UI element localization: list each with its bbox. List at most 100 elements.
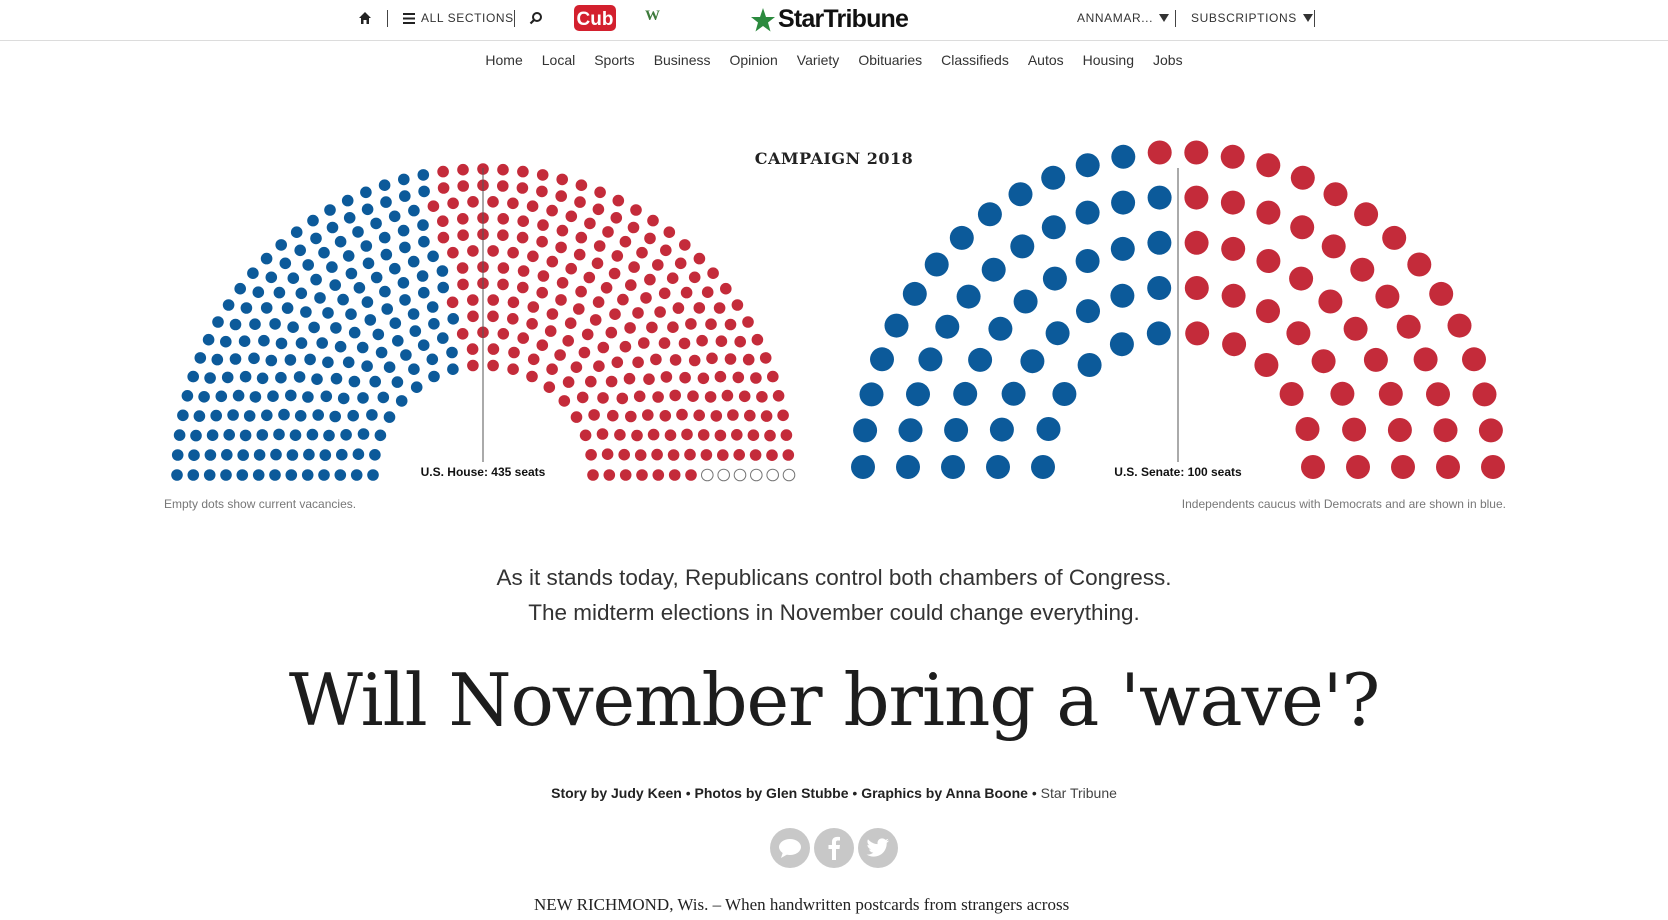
seat-dot-republican (715, 335, 728, 348)
seat-dot-democrat (222, 299, 235, 311)
seat-dot-republican (467, 245, 479, 257)
seat-dot-republican (1472, 382, 1497, 407)
twitter-icon[interactable] (858, 828, 898, 868)
deck: As it stands today, Republicans control … (0, 560, 1668, 630)
seat-dot-democrat (256, 372, 269, 385)
seat-dot-democrat (258, 334, 270, 347)
seat-dot-republican (1311, 349, 1336, 374)
seat-dot-democrat (447, 313, 460, 325)
seat-dot-democrat (392, 335, 404, 347)
seat-dot-republican (760, 410, 773, 422)
seat-dot-republican (679, 371, 691, 384)
body-paragraph: NEW RICHMOND, Wis. – When handwritten po… (534, 895, 1070, 914)
seat-dot-democrat (1110, 236, 1135, 261)
seat-dot-democrat (372, 328, 385, 341)
seat-dot-democrat (395, 395, 408, 407)
seat-dot-republican (591, 257, 604, 270)
seat-dot-republican (658, 287, 671, 300)
seat-dot-democrat (417, 219, 429, 231)
seat-dot-democrat (383, 361, 396, 374)
seat-dot-democrat (1075, 153, 1100, 178)
seat-dot-republican (427, 200, 440, 212)
comment-icon[interactable] (770, 828, 810, 868)
deck-line: The midterm elections in November could … (528, 600, 1140, 625)
seat-dot-democrat (294, 410, 307, 422)
seat-dot-republican (619, 469, 632, 481)
seat-dot-republican (467, 196, 479, 208)
seat-dot-republican (612, 194, 625, 207)
seat-dot-republican (724, 353, 737, 365)
seat-dot-democrat (256, 429, 269, 441)
seat-dot-republican (1256, 200, 1281, 225)
seat-dot-republican (1426, 382, 1450, 407)
headline: Will November bring a 'wave'? (288, 658, 1380, 742)
seat-dot-democrat (194, 352, 207, 364)
seat-dot-republican (628, 261, 640, 273)
facebook-icon[interactable] (814, 828, 854, 868)
seat-dot-democrat (1075, 200, 1100, 225)
seat-dot-republican (717, 449, 729, 461)
seat-dot-democrat (323, 429, 335, 442)
seat-dot-republican (562, 335, 574, 347)
seat-dot-democrat (399, 241, 411, 254)
seat-dot-republican (565, 210, 578, 223)
seat-dot-republican (636, 469, 648, 481)
seat-dot-democrat (342, 356, 355, 369)
seat-dot-democrat (345, 267, 358, 280)
seat-dot-republican (584, 217, 596, 230)
seat-dot-democrat (1076, 299, 1100, 324)
seat-dot-republican (593, 360, 605, 373)
seat-dot-republican (646, 321, 658, 334)
seat-dot-republican (536, 169, 549, 181)
seat-dot-democrat (370, 271, 383, 284)
seat-dot-democrat (285, 469, 298, 481)
seat-dot-democrat (447, 363, 459, 376)
seat-dot-republican (663, 226, 676, 238)
seat-dot-republican (1254, 353, 1279, 377)
seat-dot-republican (575, 231, 588, 244)
seat-dot-republican (738, 390, 751, 403)
seat-dot-republican (1321, 234, 1346, 259)
seat-dot-republican (644, 273, 656, 286)
seat-dot-republican (684, 448, 696, 461)
seat-dot-republican (543, 381, 556, 394)
seat-dot-republican (457, 229, 469, 241)
seat-dot-democrat (416, 270, 429, 282)
seat-dot-republican (721, 389, 734, 402)
seat-dot-republican (467, 359, 479, 372)
seat-dot-democrat (220, 335, 232, 348)
seat-dot-democrat (906, 382, 930, 407)
seat-dot-republican (1221, 236, 1246, 261)
seat-dot-democrat (1045, 321, 1070, 346)
seat-dot-democrat (1147, 185, 1172, 210)
seat-dot-democrat (426, 353, 439, 366)
seat-dot-democrat (337, 293, 349, 306)
seat-dot-republican (578, 346, 591, 359)
seat-dot-republican (704, 391, 717, 403)
seat-dot-republican (1220, 190, 1245, 215)
byline-org: Star Tribune (1040, 785, 1117, 801)
seat-dot-republican (1387, 418, 1412, 442)
seat-dot-democrat (334, 469, 347, 481)
seat-dot-democrat (1109, 332, 1134, 357)
seat-dot-republican (756, 391, 768, 403)
seat-dot-republican (1378, 381, 1403, 406)
seat-dot-republican (668, 469, 681, 481)
seat-dot-republican (625, 279, 637, 291)
seat-dot-democrat (307, 214, 319, 227)
seat-dot-democrat (300, 306, 312, 318)
seat-dot-democrat (320, 390, 333, 403)
seat-dot-democrat (410, 381, 423, 394)
seat-dot-republican (688, 271, 701, 284)
seat-dot-democrat (310, 273, 322, 286)
seat-dot-republican (1396, 314, 1421, 339)
seat-dot-republican (732, 371, 745, 384)
seat-dot-republican (617, 293, 629, 306)
seat-dot-vacant (766, 468, 780, 482)
seat-dot-republican (688, 354, 701, 367)
seat-dot-republican (1375, 284, 1400, 309)
seat-dot-democrat (284, 354, 297, 366)
article-body: NEW RICHMOND, Wis. – When handwritten po… (534, 891, 1124, 919)
seat-dot-democrat (177, 409, 189, 422)
seat-dot-democrat (378, 231, 391, 244)
